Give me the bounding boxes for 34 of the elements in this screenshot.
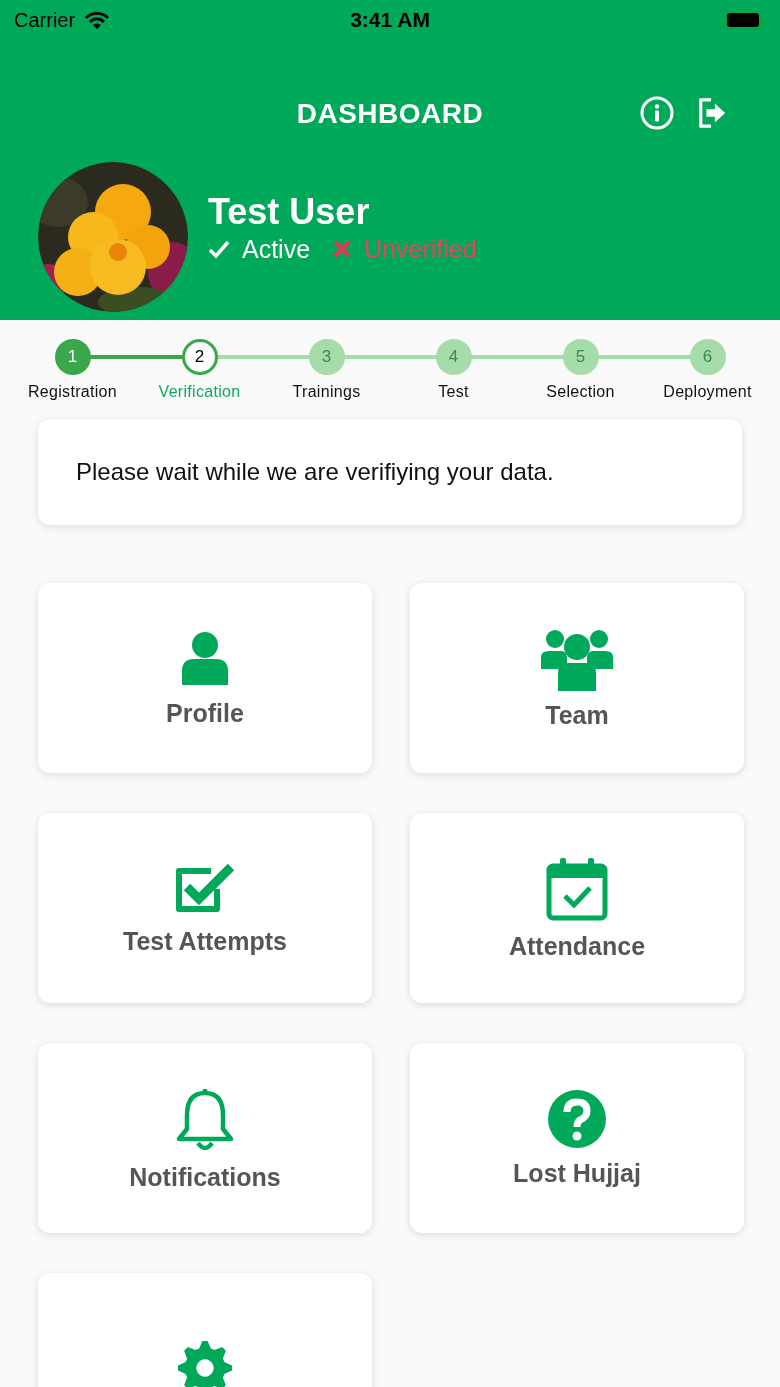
- screen-title: DASHBOARD: [296, 98, 484, 130]
- step-label: Deployment: [663, 383, 752, 401]
- settings-icon: [176, 1339, 234, 1387]
- battery-icon: [724, 10, 766, 30]
- info-icon[interactable]: [640, 96, 674, 130]
- help-icon: [547, 1088, 607, 1149]
- menu-tile[interactable]: Attendance: [410, 813, 744, 1003]
- step-circle: 5: [562, 339, 599, 375]
- check-icon: [208, 239, 230, 259]
- step-circle: 4: [435, 339, 472, 375]
- step-label: Selection: [546, 383, 615, 401]
- status-label: Active: [242, 234, 311, 264]
- status-time: 3:41 AM: [350, 8, 430, 32]
- menu-tile[interactable]: Profile: [38, 583, 372, 773]
- step-circle: 1: [54, 339, 91, 375]
- menu-tile[interactable]: Team: [410, 583, 744, 773]
- menu-tile[interactable]: Test Attempts: [38, 813, 372, 1003]
- wifi-icon: [83, 10, 112, 30]
- step-circle: 3: [308, 339, 345, 375]
- message-text: Please wait while we are verifiying your data.: [76, 458, 554, 486]
- step-label: Test: [438, 383, 469, 401]
- step-label: Registration: [28, 383, 117, 401]
- status-label: Unverified: [364, 234, 477, 264]
- cross-icon: [332, 239, 353, 259]
- calendar-icon: [545, 855, 609, 922]
- step-label: Verification: [158, 383, 241, 401]
- menu-tile[interactable]: Notifications: [38, 1043, 372, 1233]
- user-name: Test User: [208, 190, 371, 233]
- menu-tile[interactable]: Lost Hujjaj: [410, 1043, 744, 1233]
- logout-icon[interactable]: [696, 96, 728, 130]
- step-circle: 6: [689, 339, 726, 375]
- step-circle: 2: [181, 339, 218, 375]
- carrier-label: Carrier: [14, 8, 76, 32]
- step-label: Trainings: [292, 383, 361, 401]
